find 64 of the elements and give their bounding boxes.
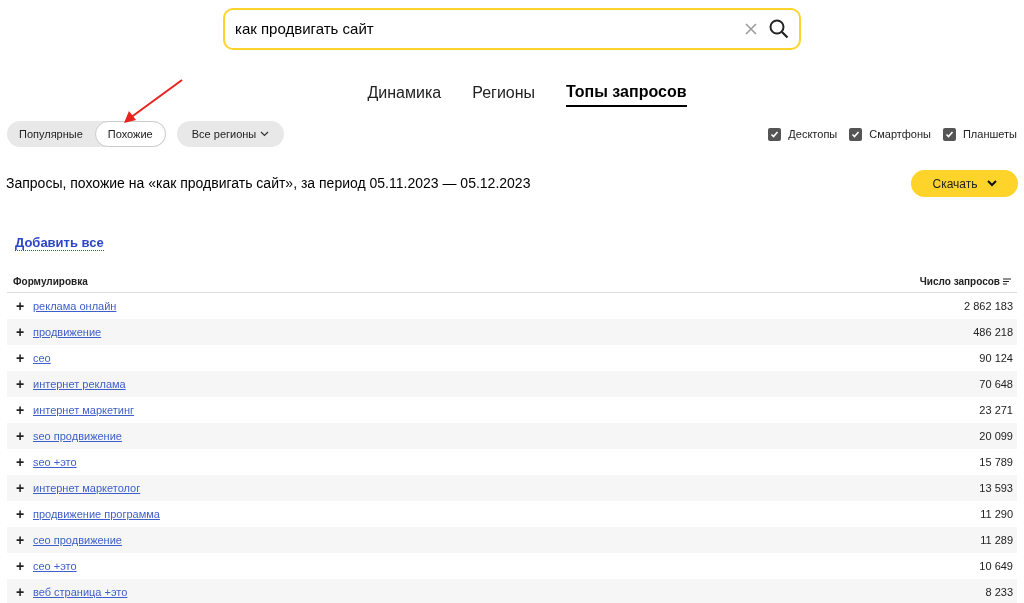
query-count: 90 124: [979, 350, 1014, 366]
add-button[interactable]: +: [7, 425, 33, 447]
query-link[interactable]: реклама онлайн: [33, 297, 117, 315]
annotation-arrow: [122, 78, 184, 125]
results-heading: Запросы, похожие на «как продвигать сайт», за период 05.11.2023 — 05.12.2023: [6, 174, 531, 193]
tab[interactable]: Регионы: [472, 80, 536, 107]
checkbox[interactable]: [942, 127, 956, 141]
add-all-link[interactable]: Добавить все: [15, 235, 104, 251]
query-link[interactable]: сео +это: [33, 557, 77, 575]
query-link[interactable]: сео продвижение: [33, 531, 122, 549]
query-link[interactable]: веб страница +это: [33, 583, 128, 601]
add-button[interactable]: +: [7, 529, 33, 551]
check-icon: [944, 129, 954, 139]
sort-icon[interactable]: [1003, 278, 1011, 285]
query-count: 20 099: [979, 428, 1014, 444]
query-link[interactable]: интернет маркетинг: [33, 401, 135, 419]
query-link[interactable]: продвижение: [33, 323, 102, 341]
checkbox[interactable]: [849, 127, 863, 141]
add-button[interactable]: +: [7, 347, 33, 369]
query-count: 70 648: [979, 376, 1014, 392]
query-link[interactable]: seo +это: [33, 453, 77, 471]
checkbox-label: Планшеты: [962, 126, 1017, 142]
checkbox-label: Смартфоны: [869, 126, 931, 142]
add-button[interactable]: +: [7, 451, 33, 473]
checkbox-label: Десктопы: [788, 126, 838, 142]
query-count: 23 271: [979, 402, 1014, 418]
region-dropdown[interactable]: Все регионы: [176, 121, 285, 147]
add-button[interactable]: +: [7, 399, 33, 421]
mode-option[interactable]: Похожие: [94, 121, 166, 147]
query-link[interactable]: seo продвижение: [33, 427, 122, 445]
query-link[interactable]: интернет маркетолог: [33, 479, 141, 497]
check-icon: [851, 129, 861, 139]
tab[interactable]: Динамика: [367, 80, 442, 107]
clear-icon[interactable]: [745, 23, 757, 35]
query-link[interactable]: интернет реклама: [33, 375, 126, 393]
column-header: Формулировка: [13, 275, 88, 289]
mode-option[interactable]: Популярные: [7, 121, 95, 147]
query-count: 486 218: [973, 324, 1014, 340]
download-button[interactable]: Скачать: [911, 170, 1018, 197]
query-count: 11 290: [980, 506, 1014, 522]
query-count: 13 593: [979, 480, 1014, 496]
query-count: 10 649: [979, 558, 1014, 574]
query-link[interactable]: сео: [33, 349, 51, 367]
chevron-down-icon: [986, 180, 997, 187]
add-button[interactable]: +: [7, 373, 33, 395]
checkbox[interactable]: [768, 127, 782, 141]
query-count: 11 289: [980, 532, 1014, 548]
query-count: 15 789: [979, 454, 1014, 470]
column-header[interactable]: Число запросов: [919, 274, 1000, 289]
add-button[interactable]: +: [7, 477, 33, 499]
tab[interactable]: Топы запросов: [566, 80, 687, 107]
query-count: 8 233: [985, 584, 1014, 600]
query-link[interactable]: продвижение программа: [33, 505, 160, 523]
add-button[interactable]: +: [7, 581, 33, 603]
add-button[interactable]: +: [7, 321, 33, 343]
search-icon[interactable]: [769, 19, 789, 39]
add-button[interactable]: +: [7, 295, 33, 317]
search-text: как продвигать сайт: [235, 18, 375, 39]
check-icon: [770, 129, 780, 139]
add-button[interactable]: +: [7, 503, 33, 525]
chevron-down-icon: [260, 131, 270, 137]
search-field[interactable]: как продвигать сайт: [223, 8, 801, 50]
query-count: 2 862 183: [964, 298, 1014, 314]
add-button[interactable]: +: [7, 555, 33, 577]
